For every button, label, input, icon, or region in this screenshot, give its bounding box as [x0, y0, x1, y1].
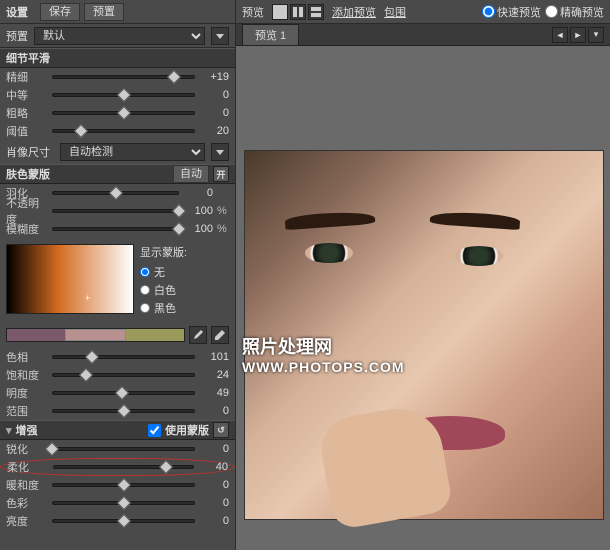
color-cursor-icon: +	[85, 293, 90, 303]
collapse-icon: ▾	[6, 424, 12, 437]
slider-opacity: 不透明度 100 %	[0, 202, 235, 220]
slider-sharpen: 锐化 0	[0, 440, 235, 458]
mask-display-options: 显示蒙版: 无 白色 黑色	[140, 244, 187, 316]
slider-track[interactable]	[52, 350, 195, 364]
preset-dropdown[interactable]: 默认	[34, 27, 205, 45]
color-sliders: 色相 101 饱和度 24 明度 49 范围 0	[0, 348, 235, 420]
section-title: 增强	[16, 422, 38, 438]
panel-title: 设置	[6, 4, 28, 20]
mask-sliders: 羽化 0 不透明度 100 % 模糊度 100 %	[0, 184, 235, 238]
use-mask-checkbox[interactable]: 使用蒙版	[148, 422, 209, 438]
preview-tabs: 预览 1 ◄ ► ▾	[236, 24, 610, 46]
slider-hue: 色相 101	[0, 348, 235, 366]
save-button[interactable]: 保存	[40, 3, 80, 21]
tab-preview-1[interactable]: 预览 1	[242, 24, 299, 46]
radio-black[interactable]: 黑色	[140, 300, 187, 316]
slider-track[interactable]	[52, 368, 195, 382]
preview-viewport[interactable]: 照片处理网 WWW.PHOTOPS.COM	[236, 46, 610, 550]
slider-coarse: 粗略 0	[0, 104, 235, 122]
slider-brightness: 亮度 0	[0, 512, 235, 530]
view-split-h-icon[interactable]	[308, 4, 324, 20]
slider-tint: 色彩 0	[0, 494, 235, 512]
slider-track[interactable]	[52, 222, 179, 236]
settings-header: 设置 保存 预置	[0, 0, 235, 24]
bracket-link[interactable]: 包围	[384, 4, 406, 20]
mask-toggle-icon[interactable]: 开	[213, 166, 229, 182]
section-title: 细节平滑	[6, 50, 50, 66]
portrait-size-dropdown[interactable]: 自动检测	[60, 143, 205, 161]
radio-none[interactable]: 无	[140, 264, 187, 280]
enhance-sliders: 锐化 0 柔化 40 暖和度 0 色彩 0 亮度 0	[0, 440, 235, 530]
show-mask-label: 显示蒙版:	[140, 244, 187, 260]
add-preview-link[interactable]: 添加预览	[332, 4, 376, 20]
dropdown-icon[interactable]	[211, 143, 229, 161]
slider-track[interactable]	[52, 478, 195, 492]
slider-track[interactable]	[52, 186, 179, 200]
view-split-v-icon[interactable]	[290, 4, 306, 20]
slider-track[interactable]	[52, 204, 179, 218]
preview-label: 预览	[242, 4, 264, 20]
slider-lightness: 明度 49	[0, 384, 235, 402]
radio-precise-preview[interactable]: 精确预览	[545, 4, 604, 20]
slider-track[interactable]	[52, 514, 195, 528]
slider-blur: 模糊度 100 %	[0, 220, 235, 238]
slider-track[interactable]	[52, 386, 195, 400]
slider-track[interactable]	[52, 442, 195, 456]
nav-next-icon[interactable]: ►	[570, 27, 586, 43]
slider-track[interactable]	[52, 106, 195, 120]
preview-panel: 预览 添加预览 包围 快速预览 精确预览 预览 1 ◄ ► ▾ 照片处理网 WW…	[236, 0, 610, 550]
detail-sliders: 精细 +19 中等 0 粗略 0 阈值 20 肖像尺寸 自动检测	[0, 68, 235, 164]
slider-soften: 柔化 40	[0, 458, 235, 476]
tab-nav: ◄ ► ▾	[552, 27, 604, 43]
slider-track[interactable]	[52, 70, 195, 84]
eyedropper-icon[interactable]	[189, 326, 207, 344]
slider-track[interactable]	[53, 460, 194, 474]
slider-fine: 精细 +19	[0, 68, 235, 86]
nav-prev-icon[interactable]: ◄	[552, 27, 568, 43]
preset-button[interactable]: 预置	[84, 3, 124, 21]
preset-selector-row: 预置 默认	[0, 24, 235, 48]
portrait-size-row: 肖像尺寸 自动检测	[0, 140, 235, 164]
slider-track[interactable]	[52, 404, 195, 418]
slider-saturation: 饱和度 24	[0, 366, 235, 384]
radio-fast-preview[interactable]: 快速预览	[482, 4, 541, 20]
brush-icon[interactable]	[211, 326, 229, 344]
portrait-size-label: 肖像尺寸	[6, 144, 54, 160]
settings-panel: 设置 保存 预置 预置 默认 细节平滑 精细 +19 中等 0 粗略 0	[0, 0, 236, 550]
slider-threshold: 阈值 20	[0, 122, 235, 140]
preview-toolbar: 预览 添加预览 包围 快速预览 精确预览	[236, 0, 610, 24]
section-detail-smoothing[interactable]: 细节平滑	[0, 48, 235, 68]
reset-icon[interactable]: ↺	[213, 422, 229, 438]
view-mode-icons	[272, 4, 324, 20]
hue-bar[interactable]	[6, 328, 185, 342]
slider-track[interactable]	[52, 124, 195, 138]
watermark: 照片处理网 WWW.PHOTOPS.COM	[236, 331, 411, 377]
view-single-icon[interactable]	[272, 4, 288, 20]
slider-track[interactable]	[52, 496, 195, 510]
auto-button[interactable]: 自动	[173, 165, 209, 183]
preset-menu-icon[interactable]	[211, 27, 229, 45]
preview-quality-radios: 快速预览 精确预览	[482, 4, 604, 20]
hue-bar-row	[0, 322, 235, 348]
slider-medium: 中等 0	[0, 86, 235, 104]
radio-white[interactable]: 白色	[140, 282, 187, 298]
section-enhance[interactable]: ▾ 增强 使用蒙版 ↺	[0, 420, 235, 440]
section-title: 肤色蒙版	[6, 166, 50, 182]
color-picker-area: + 显示蒙版: 无 白色 黑色	[0, 238, 235, 322]
slider-track[interactable]	[52, 88, 195, 102]
section-skin-mask[interactable]: 肤色蒙版 自动 开	[0, 164, 235, 184]
slider-range: 范围 0	[0, 402, 235, 420]
color-gradient[interactable]: +	[6, 244, 134, 314]
preset-label: 预置	[6, 28, 28, 44]
slider-warmth: 暖和度 0	[0, 476, 235, 494]
nav-menu-icon[interactable]: ▾	[588, 27, 604, 43]
